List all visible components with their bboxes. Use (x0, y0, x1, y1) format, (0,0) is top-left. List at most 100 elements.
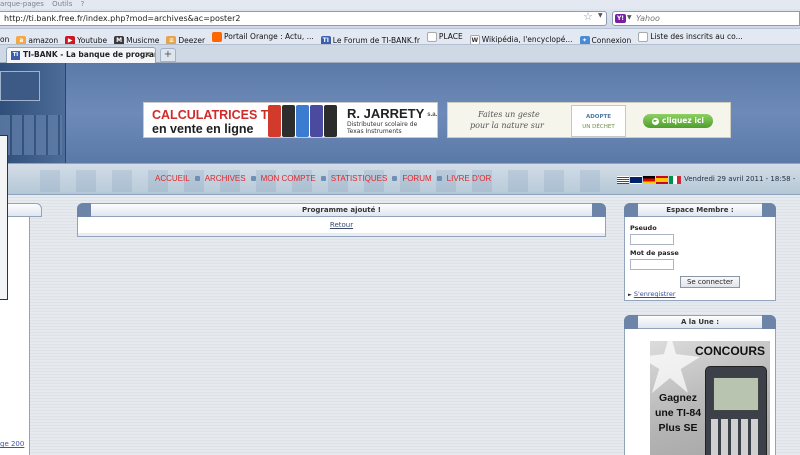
password-label: Mot de passe (630, 249, 679, 257)
contest-image[interactable]: CONCOURS Gagnez une TI-84 Plus SE (650, 341, 770, 455)
yahoo-icon[interactable]: Y! (615, 14, 626, 23)
bookmark-label: Portail Orange : Actu, ... (224, 32, 314, 41)
nav-link[interactable]: LIVRE D'OR (447, 174, 492, 183)
menu-item-tools[interactable]: Outils (52, 0, 72, 9)
bookmark-item[interactable]: a amazon (16, 33, 59, 45)
bookmark-item[interactable]: TI Le Forum de TI-BANK.fr (320, 33, 420, 45)
arrow-right-icon: ► (652, 117, 660, 125)
flag-us-icon[interactable] (617, 175, 629, 184)
bookmark-favicon-icon: ≡ (166, 36, 177, 44)
bookmark-item[interactable]: M Musicme (114, 33, 160, 45)
bookmark-label: amazon (28, 36, 59, 45)
ad-tagline-2: Texas Instruments (347, 128, 402, 135)
close-icon[interactable]: × (144, 48, 151, 62)
back-link[interactable]: Retour (78, 221, 605, 229)
banner-calculator-keys (0, 115, 62, 155)
register-label: S'enregistrer (633, 290, 676, 298)
nav-links: ACCUEIL ARCHIVES MON COMPTE STATISTIQUES FOR… (155, 174, 491, 184)
flag-uk-icon[interactable] (630, 175, 642, 184)
pseudo-input[interactable] (630, 234, 674, 245)
nav-separator-icon (194, 176, 200, 182)
search-box[interactable]: Y! ▼ (612, 11, 800, 26)
center-panel: Retour (77, 217, 606, 237)
navigation-toolbar: http://ti.bank.free.fr/index.php?mod=arc… (0, 9, 800, 29)
center-panel-header: Programme ajouté ! (77, 203, 606, 217)
bookmark-item[interactable]: on (0, 32, 9, 44)
ad-adopte-logo-line1: ADOPTE (585, 114, 612, 120)
ad-calculator (268, 105, 281, 137)
bookmark-label: Musicme (126, 36, 160, 45)
banner-calculator-screen (0, 71, 40, 101)
flag-es-icon[interactable] (656, 175, 668, 184)
bookmark-favicon-icon (426, 32, 437, 42)
site-banner: CALCULATRICES TI en vente en ligne R. JA… (0, 63, 800, 163)
bookmark-label: Wikipédia, l'encyclopé... (481, 35, 573, 44)
bookmark-item[interactable]: ✦ Connexion (579, 33, 632, 45)
bookmark-item[interactable]: W Wikipédia, l'encyclopé... (469, 32, 573, 44)
chevron-down-icon[interactable]: ▼ (598, 12, 603, 19)
chevron-down-icon[interactable]: ▼ (627, 14, 632, 21)
bookmark-label: Connexion (591, 36, 632, 45)
flag-it-icon[interactable] (669, 175, 681, 184)
ad-jarrety[interactable]: CALCULATRICES TI en vente en ligne R. JA… (143, 102, 438, 138)
ad-brand-suffix: s.a. (427, 111, 438, 118)
ad-calculator (282, 105, 295, 137)
menu-item-help[interactable]: ? (81, 0, 85, 9)
ad-adopte-text-2: pour la nature sur (470, 121, 544, 130)
new-tab-button[interactable]: + (160, 48, 176, 62)
nav-link[interactable]: ARCHIVES (205, 174, 246, 183)
bookmark-favicon-icon: ▶ (65, 36, 76, 44)
flag-de-icon[interactable] (643, 175, 655, 184)
nav-link[interactable]: STATISTIQUES (331, 174, 388, 183)
search-input[interactable] (636, 12, 796, 25)
bookmark-star-icon[interactable]: ☆ (583, 11, 595, 23)
bookmark-favicon-icon: a (16, 36, 27, 44)
bookmark-item[interactable]: Liste des inscrits au co... (638, 29, 743, 44)
login-button[interactable]: Se connecter (680, 276, 740, 288)
calculator-screen (713, 377, 759, 411)
bookmark-favicon-icon: M (114, 36, 125, 44)
nav-link[interactable]: MON COMPTE (261, 174, 316, 183)
left-panel-link[interactable]: ge 200 (0, 440, 24, 448)
bookmark-item[interactable]: PLACE (426, 29, 463, 44)
nav-link[interactable]: FORUM (402, 174, 431, 183)
ad-headline: CALCULATRICES TI (152, 108, 272, 122)
bookmark-label: Le Forum de TI-BANK.fr (332, 36, 420, 45)
calculator-keypad (711, 419, 761, 455)
ad-tagline-1: Distributeur scolaire de (347, 121, 418, 128)
menu-item-bookmarks[interactable]: arque-pages (0, 0, 44, 9)
arrow-right-icon: ► (628, 292, 632, 298)
address-bar[interactable]: http://ti.bank.free.fr/index.php?mod=arc… (0, 11, 607, 26)
ad-adopte-un-dechet[interactable]: Faites un geste pour la nature sur ADOPT… (447, 102, 731, 138)
bookmark-label: Youtube (77, 36, 108, 45)
ad-subheadline: en vente en ligne (152, 122, 254, 136)
nav-separator-icon (320, 176, 326, 182)
banner-logo-image[interactable] (0, 63, 66, 163)
tab-ti-bank[interactable]: TI TI-BANK - La banque de program... × (6, 47, 156, 63)
popup-window-edge[interactable] (0, 135, 8, 300)
pseudo-label: Pseudo (630, 224, 657, 232)
register-link[interactable]: ► S'enregistrer (628, 290, 676, 298)
ad-calculators-image (268, 105, 338, 137)
ad-calculator (324, 105, 337, 137)
bookmark-label: PLACE (438, 32, 463, 41)
bookmark-item[interactable]: Portail Orange : Actu, ... (212, 29, 314, 44)
ad-calculator (310, 105, 323, 137)
ad-adopte-text-1: Faites un geste (478, 110, 540, 119)
password-input[interactable] (630, 259, 674, 270)
ad-click-here-button[interactable]: ► cliquez ici (643, 114, 713, 128)
ad-calculator (296, 105, 309, 137)
tab-title: TI-BANK - La banque de program... (23, 50, 156, 59)
current-date: Vendredi 29 avril 2011 - 18:58 - (684, 175, 796, 183)
member-panel-header: Espace Membre : (624, 203, 776, 217)
nav-link[interactable]: ACCUEIL (155, 174, 190, 183)
bookmark-favicon-icon: TI (320, 36, 331, 44)
nav-separator-icon (250, 176, 256, 182)
ad-adopte-logo-line2: UN DÉCHET (582, 124, 615, 130)
ad-brand: R. JARRETY s.a. (347, 106, 437, 121)
contest-prize-text: Gagnez une TI-84 Plus SE (654, 392, 702, 434)
nav-separator-icon (436, 176, 442, 182)
bookmark-item[interactable]: ▶ Youtube (65, 33, 108, 45)
bookmark-item[interactable]: ≡ Deezer (166, 33, 205, 44)
bookmark-favicon-icon: ✦ (579, 36, 590, 44)
